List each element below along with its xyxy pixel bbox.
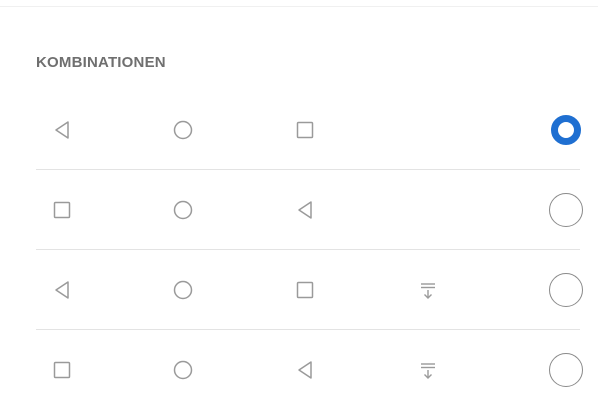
back-icon: [50, 278, 74, 302]
recents-icon: [50, 198, 74, 222]
combination-row-2[interactable]: [0, 170, 598, 250]
recents-icon: [293, 278, 317, 302]
notification-pulldown-icon: [416, 278, 440, 302]
combination-row-4[interactable]: [0, 330, 598, 410]
back-icon: [293, 358, 317, 382]
radio-button-selected[interactable]: [551, 115, 581, 145]
home-icon: [171, 198, 195, 222]
back-icon: [293, 198, 317, 222]
combination-row-3[interactable]: [0, 250, 598, 330]
top-divider: [0, 6, 598, 7]
home-icon: [171, 118, 195, 142]
radio-button[interactable]: [549, 193, 583, 227]
back-icon: [50, 118, 74, 142]
notification-pulldown-icon: [416, 358, 440, 382]
home-icon: [171, 358, 195, 382]
radio-button[interactable]: [549, 273, 583, 307]
recents-icon: [293, 118, 317, 142]
section-title: KOMBINATIONEN: [36, 54, 166, 71]
home-icon: [171, 278, 195, 302]
radio-button[interactable]: [549, 353, 583, 387]
recents-icon: [50, 358, 74, 382]
combination-row-1[interactable]: [0, 90, 598, 170]
